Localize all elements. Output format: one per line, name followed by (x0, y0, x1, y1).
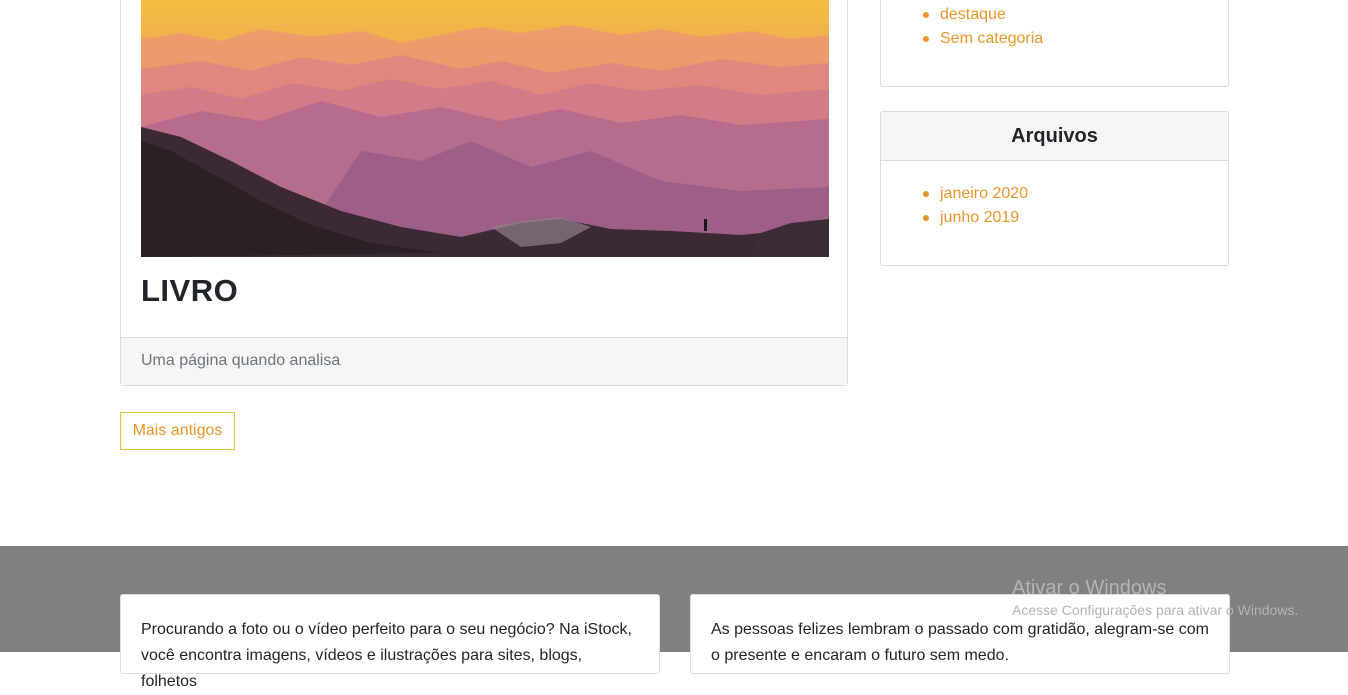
category-item-sem-categoria: Sem categoria (881, 27, 1043, 51)
post-featured-image[interactable] (141, 0, 829, 257)
archives-widget: Arquivos janeiro 2020 junho 2019 (880, 111, 1229, 266)
archive-link[interactable]: janeiro 2020 (940, 185, 1028, 202)
windows-activation-watermark: Ativar o Windows Acesse Configurações pa… (1012, 576, 1298, 620)
categories-list: destaque Sem categoria (881, 3, 1043, 51)
category-link[interactable]: Sem categoria (940, 30, 1043, 47)
archives-title: Arquivos (881, 112, 1228, 161)
mountain-landscape-image (141, 0, 829, 257)
archive-item-janeiro-2020: janeiro 2020 (881, 182, 1028, 206)
bullet-icon (923, 191, 929, 197)
category-item-destaque: destaque (881, 3, 1043, 27)
bullet-icon (923, 215, 929, 221)
category-link[interactable]: destaque (940, 6, 1006, 23)
archive-link[interactable]: junho 2019 (940, 209, 1019, 226)
post-card: LIVRO Uma página quando analisa (120, 0, 848, 386)
post-excerpt: Uma página quando analisa (121, 337, 847, 385)
archives-list: janeiro 2020 junho 2019 (881, 182, 1028, 230)
post-title[interactable]: LIVRO (141, 273, 238, 309)
older-posts-button[interactable]: Mais antigos (120, 412, 235, 450)
watermark-subtitle: Acesse Configurações para ativar o Windo… (1012, 602, 1299, 618)
categories-widget: destaque Sem categoria (880, 0, 1229, 87)
bullet-icon (923, 12, 929, 18)
archive-item-junho-2019: junho 2019 (881, 206, 1028, 230)
watermark-title: Ativar o Windows (1012, 577, 1167, 599)
footer-card-istock: Procurando a foto ou o vídeo perfeito pa… (120, 594, 660, 690)
bullet-icon (923, 36, 929, 42)
